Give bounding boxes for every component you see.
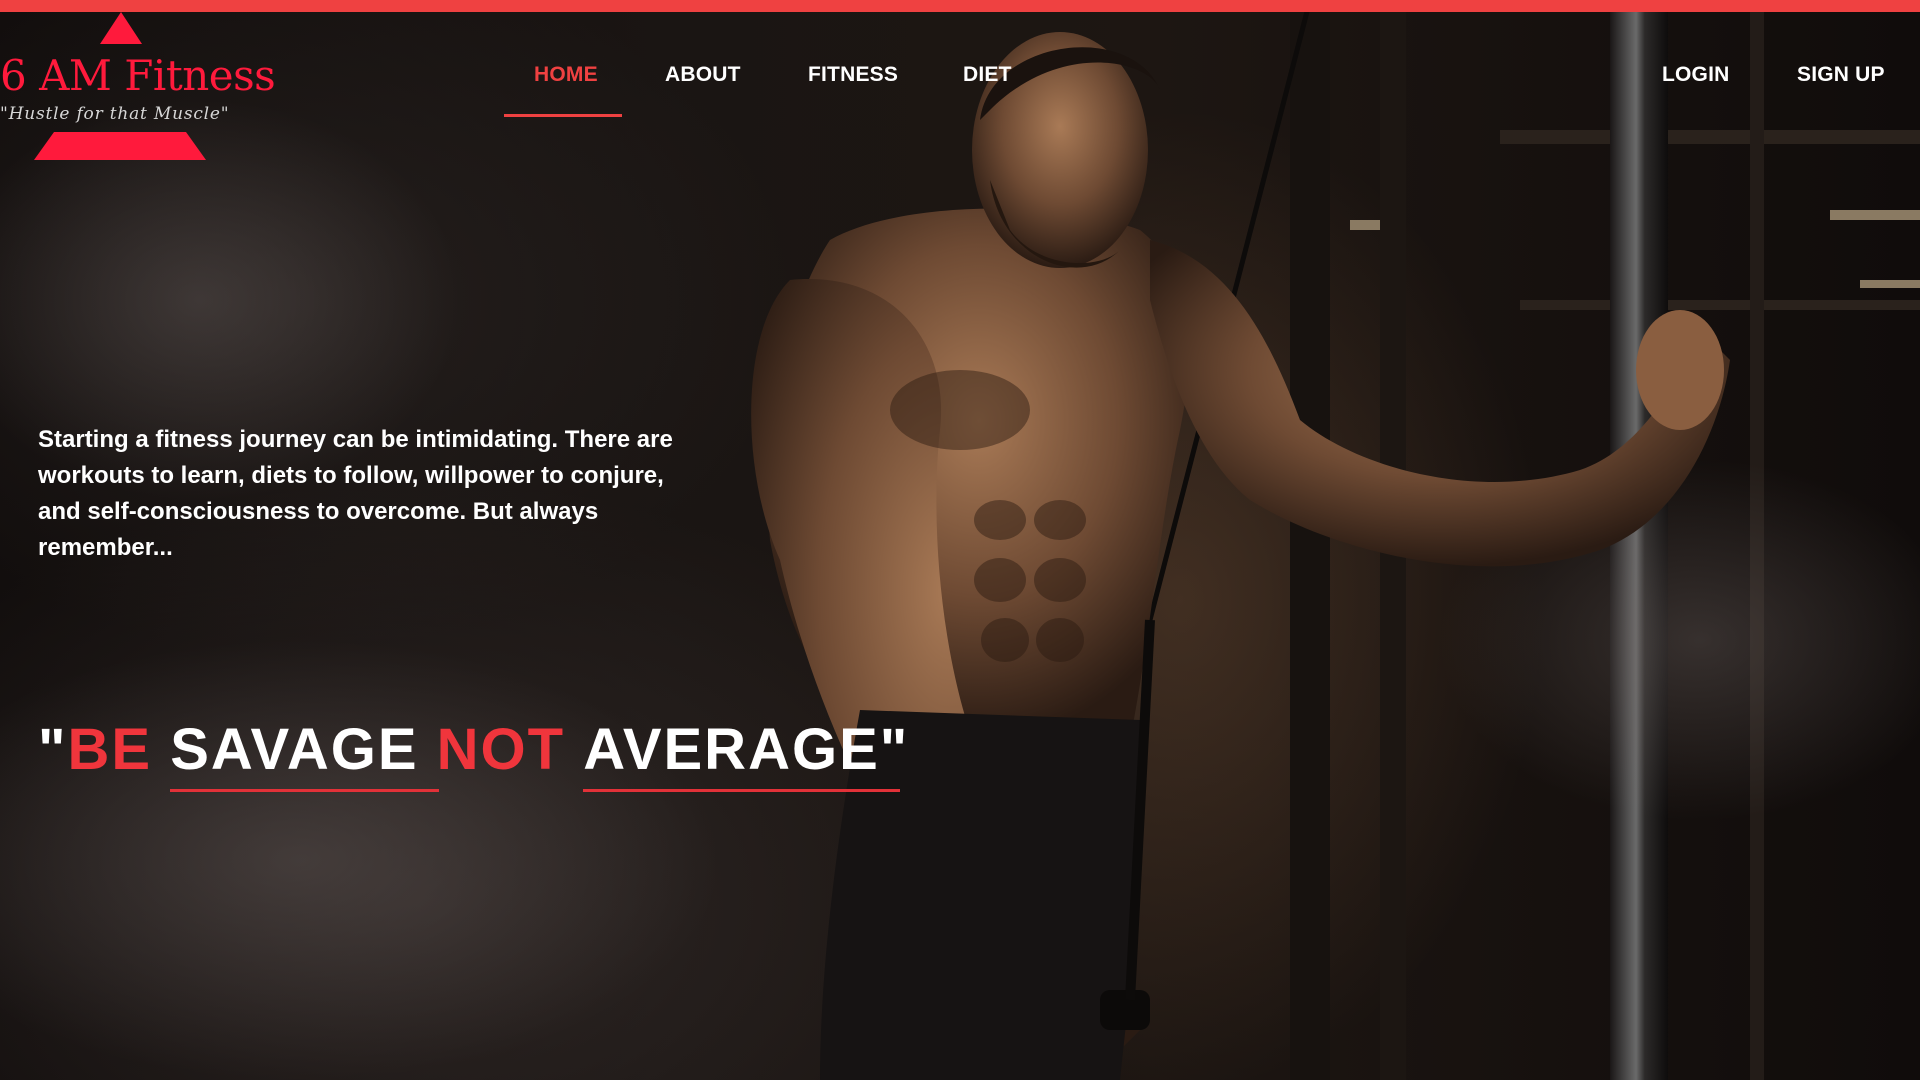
logo-triangle-top-icon — [100, 12, 142, 44]
signup-link[interactable]: SIGN UP — [1797, 62, 1885, 88]
quote-open-mark: " — [38, 717, 68, 782]
nav-fitness[interactable]: FITNESS — [808, 62, 898, 88]
quote-word-be: BE — [67, 717, 153, 782]
logo-tagline: "Hustle for that Muscle" — [0, 104, 230, 124]
nav-about[interactable]: ABOUT — [665, 62, 741, 88]
nav-home[interactable]: HOME — [534, 62, 598, 88]
quote-word-average: AVERAGE — [583, 712, 900, 792]
top-accent-strip — [0, 0, 1920, 12]
logo-title: 6 AM Fitness — [0, 51, 276, 100]
login-link[interactable]: LOGIN — [1662, 62, 1730, 88]
hero-intro-text: Starting a fitness journey can be intimi… — [38, 426, 673, 561]
quote-word-savage: SAVAGE — [170, 712, 439, 792]
quote-word-not: NOT — [436, 717, 566, 782]
quote-close-mark: " — [879, 717, 910, 782]
nav-active-underline — [504, 114, 622, 117]
site-logo[interactable]: 6 AM Fitness "Hustle for that Muscle" — [0, 12, 276, 162]
landing-page: 6 AM Fitness "Hustle for that Muscle" HO… — [0, 0, 1920, 1080]
logo-trapezoid-icon — [34, 132, 206, 160]
hero-quote: "BE SAVAGE NOT AVERAGE" — [38, 712, 910, 792]
nav-diet[interactable]: DIET — [963, 62, 1012, 88]
